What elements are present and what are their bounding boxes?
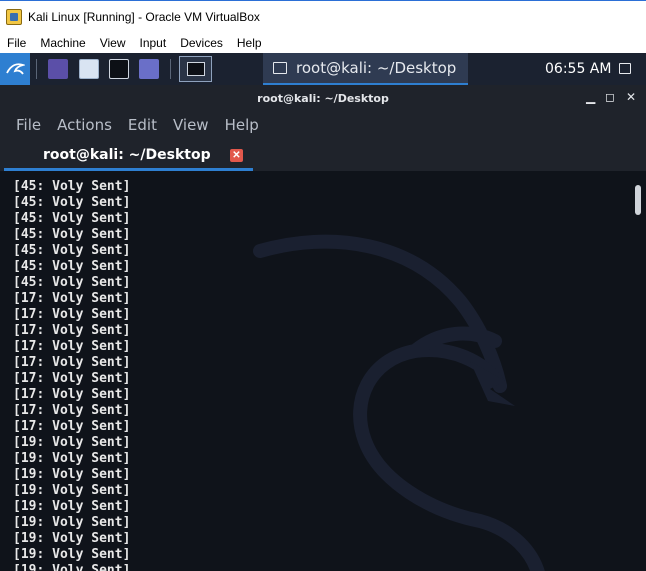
terminal-line: [19: Voly Sent] — [13, 483, 131, 498]
terminal-line: [17: Voly Sent] — [13, 371, 131, 386]
terminal-menubar: File Actions Edit View Help — [0, 111, 646, 139]
terminal-line: [45: Voly Sent] — [13, 275, 131, 290]
terminal-text: [45: Voly Sent] [45: Voly Sent] [45: Voly … — [13, 179, 130, 571]
terminal-line: [45: Voly Sent] — [13, 243, 131, 258]
terminal-menu-file[interactable]: File — [8, 116, 49, 134]
terminal-menu-edit[interactable]: Edit — [120, 116, 165, 134]
taskbar-task-terminal[interactable]: root@kali: ~/Desktop — [263, 53, 468, 85]
kali-top-panel: root@kali: ~/Desktop 06:55 AM — [0, 53, 646, 85]
terminal-line: [45: Voly Sent] — [13, 259, 131, 274]
terminal-line: [17: Voly Sent] — [13, 403, 131, 418]
virtualbox-icon — [6, 8, 22, 25]
terminal-line: [17: Voly Sent] — [13, 387, 131, 402]
terminal-line: [45: Voly Sent] — [13, 179, 131, 194]
terminal-line: [19: Voly Sent] — [13, 435, 131, 450]
terminal-line: [19: Voly Sent] — [13, 467, 131, 482]
terminal-titlebar[interactable]: root@kali: ~/Desktop ▁ ◻ ✕ — [0, 85, 646, 111]
terminal-line: [19: Voly Sent] — [13, 531, 131, 546]
terminal-line: [45: Voly Sent] — [13, 195, 131, 210]
menu-input[interactable]: Input — [133, 36, 174, 50]
window-titlebar: Kali Linux [Running] - Oracle VM Virtual… — [0, 0, 646, 32]
terminal-menu-view[interactable]: View — [165, 116, 217, 134]
panel-clock[interactable]: 06:55 AM — [545, 53, 611, 85]
menu-file[interactable]: File — [0, 36, 33, 50]
kali-dragon-watermark-icon — [253, 234, 545, 571]
terminal-line: [17: Voly Sent] — [13, 307, 131, 322]
terminal-menu-actions[interactable]: Actions — [49, 116, 120, 134]
workspace-switcher[interactable] — [179, 56, 212, 82]
window-title: Kali Linux [Running] - Oracle VM Virtual… — [28, 9, 260, 24]
terminal-line: [45: Voly Sent] — [13, 211, 131, 226]
maximize-icon[interactable]: ◻ — [605, 90, 615, 104]
terminal-launcher-icon[interactable] — [109, 59, 129, 79]
terminal-line: [19: Voly Sent] — [13, 451, 131, 466]
terminal-icon — [273, 62, 287, 74]
terminal-tabbar: root@kali: ~/Desktop ✕ — [0, 139, 646, 171]
menu-help[interactable]: Help — [230, 36, 269, 50]
menu-machine[interactable]: Machine — [33, 36, 92, 50]
terminal-window: root@kali: ~/Desktop ▁ ◻ ✕ File Actions … — [0, 85, 646, 571]
terminal-line: [19: Voly Sent] — [13, 563, 131, 571]
menu-devices[interactable]: Devices — [173, 36, 230, 50]
host-menubar: File Machine View Input Devices Help — [0, 32, 646, 53]
tab-label: root@kali: ~/Desktop — [43, 146, 211, 163]
close-icon[interactable]: ✕ — [626, 90, 636, 104]
terminal-output[interactable]: [45: Voly Sent] [45: Voly Sent] [45: Voly … — [0, 171, 646, 571]
terminal-menu-help[interactable]: Help — [217, 116, 267, 134]
terminal-line: [17: Voly Sent] — [13, 339, 131, 354]
panel-separator — [36, 59, 37, 79]
kali-menu-button[interactable] — [0, 53, 30, 85]
terminal-line: [19: Voly Sent] — [13, 499, 131, 514]
terminal-line: [45: Voly Sent] — [13, 227, 131, 242]
terminal-tab[interactable]: root@kali: ~/Desktop ✕ — [4, 141, 253, 171]
workspace-launcher-icon[interactable] — [48, 59, 68, 79]
terminal-line: [17: Voly Sent] — [13, 323, 131, 338]
show-desktop-icon[interactable] — [619, 63, 631, 74]
terminal-window-thumbnail-icon — [186, 62, 205, 76]
terminal-line: [19: Voly Sent] — [13, 515, 131, 530]
menu-view[interactable]: View — [93, 36, 133, 50]
panel-separator — [170, 59, 171, 79]
scrollbar[interactable] — [631, 171, 646, 571]
screen-recorder-icon[interactable] — [139, 59, 159, 79]
kali-dragon-icon — [6, 63, 25, 75]
terminal-line: [17: Voly Sent] — [13, 355, 131, 370]
terminal-line: [17: Voly Sent] — [13, 291, 131, 306]
tab-close-icon[interactable]: ✕ — [230, 149, 243, 162]
terminal-title: root@kali: ~/Desktop — [257, 91, 389, 105]
scrollbar-thumb[interactable] — [635, 185, 641, 215]
minimize-icon[interactable]: ▁ — [586, 90, 595, 104]
file-manager-icon[interactable] — [79, 59, 99, 79]
task-label: root@kali: ~/Desktop — [296, 59, 457, 77]
terminal-line: [19: Voly Sent] — [13, 547, 131, 562]
terminal-line: [17: Voly Sent] — [13, 419, 131, 434]
